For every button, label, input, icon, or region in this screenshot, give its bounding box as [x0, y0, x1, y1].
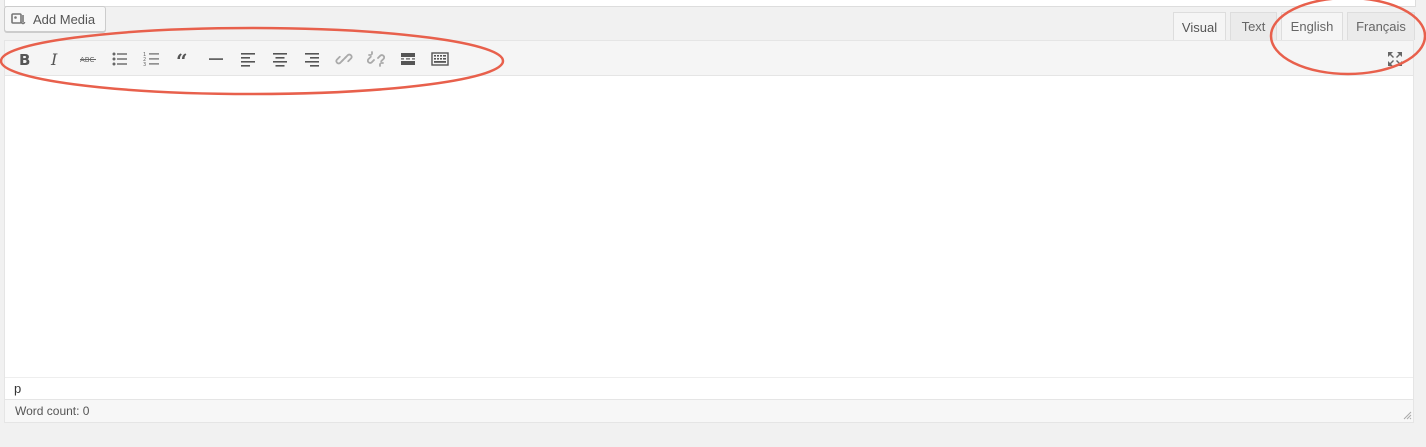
- remove-link-icon: [367, 51, 385, 67]
- align-right-icon: [305, 53, 319, 67]
- align-left-button[interactable]: [236, 48, 260, 70]
- strikethrough-button[interactable]: ABC: [76, 48, 100, 70]
- media-icon: [11, 13, 26, 25]
- tab-francais-label: Français: [1356, 19, 1406, 34]
- toolbar-toggle-icon: [431, 52, 449, 66]
- fullscreen-icon: [1388, 52, 1402, 66]
- align-center-button[interactable]: [268, 48, 292, 70]
- path-element-p[interactable]: p: [14, 381, 21, 396]
- blockquote-button[interactable]: “: [172, 48, 196, 70]
- editor-content-area[interactable]: [5, 76, 1413, 377]
- status-bar: Word count: 0: [5, 399, 1413, 422]
- svg-text:3: 3: [143, 62, 146, 68]
- bulleted-list-icon: [112, 52, 127, 66]
- word-count: Word count: 0: [15, 404, 90, 418]
- toolbar-toggle-button[interactable]: [428, 48, 452, 70]
- insert-link-icon: [335, 53, 353, 65]
- numbered-list-icon: 123: [143, 52, 159, 68]
- tab-francais[interactable]: Français: [1347, 12, 1415, 40]
- tab-english[interactable]: English: [1281, 12, 1343, 40]
- align-right-button[interactable]: [300, 48, 324, 70]
- tab-visual-label: Visual: [1181, 19, 1218, 35]
- tab-text-label: Text: [1241, 19, 1266, 34]
- align-center-icon: [273, 53, 287, 67]
- top-panel-edge: [4, 0, 1416, 7]
- add-media-button[interactable]: Add Media: [4, 6, 106, 32]
- resize-handle-icon[interactable]: [1402, 410, 1412, 420]
- bulleted-list-button[interactable]: [108, 48, 132, 70]
- fullscreen-button[interactable]: [1383, 48, 1407, 70]
- tab-visual[interactable]: Visual: [1173, 12, 1226, 41]
- element-path[interactable]: p: [5, 377, 1413, 399]
- svg-text:I: I: [50, 50, 58, 68]
- insert-link-button[interactable]: [332, 48, 356, 70]
- bold-icon: B: [19, 51, 30, 68]
- horizontal-rule-button[interactable]: [204, 48, 228, 70]
- add-media-label: Add Media: [33, 11, 96, 27]
- read-more-icon: [401, 53, 415, 65]
- blockquote-icon: “: [176, 50, 188, 68]
- horizontal-rule-icon: [209, 58, 223, 60]
- italic-button[interactable]: I: [44, 48, 68, 70]
- italic-icon: I: [50, 50, 58, 68]
- svg-text:B: B: [19, 51, 30, 68]
- tab-english-label: English: [1290, 19, 1334, 34]
- bold-button[interactable]: B: [12, 48, 36, 70]
- strikethrough-icon: ABC: [80, 56, 96, 64]
- numbered-list-button[interactable]: 123: [140, 48, 164, 70]
- read-more-button[interactable]: [396, 48, 420, 70]
- tab-text[interactable]: Text: [1230, 12, 1277, 40]
- remove-link-button[interactable]: [364, 48, 388, 70]
- align-left-icon: [241, 53, 255, 67]
- svg-text:“: “: [176, 50, 188, 68]
